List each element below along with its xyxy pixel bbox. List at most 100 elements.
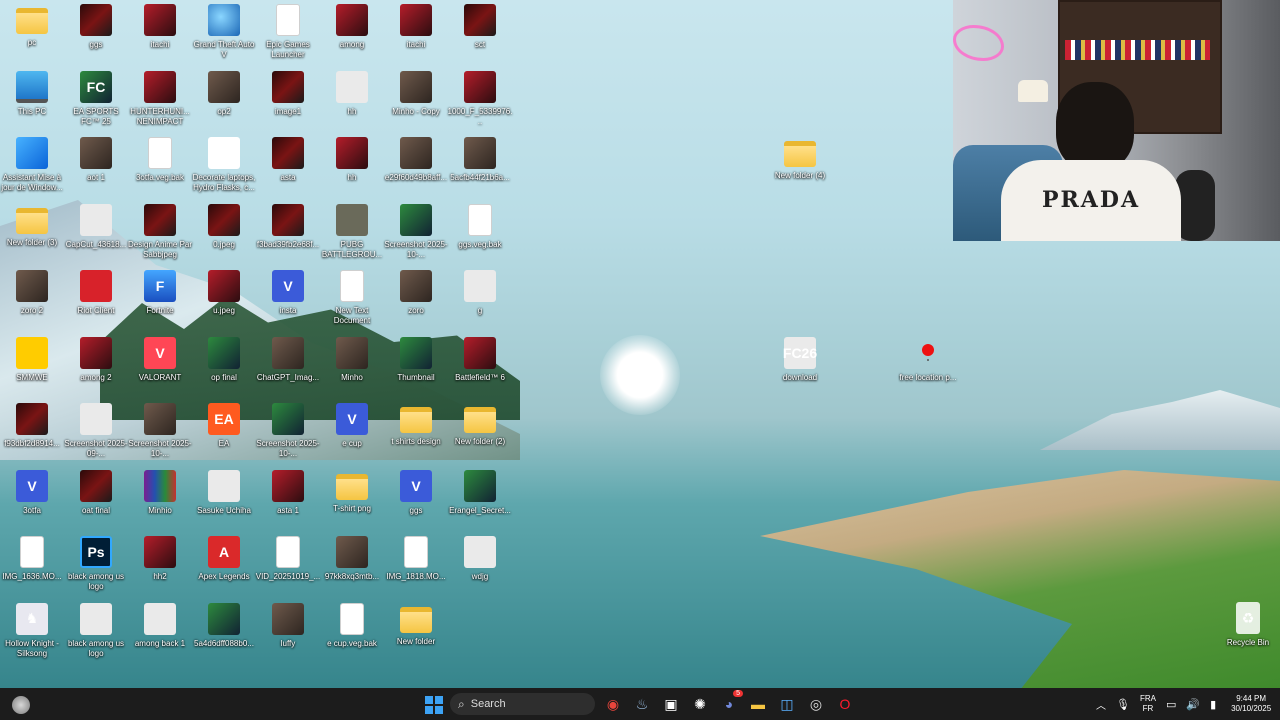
steam-taskbar-button[interactable]: ♨	[630, 692, 654, 716]
desktop-icon[interactable]: Sasuke Uchiha	[192, 466, 256, 530]
desktop-icon[interactable]: f3bad39fb2e68f...	[256, 200, 320, 264]
desktop-icon[interactable]: op final	[192, 333, 256, 397]
desktop-icon[interactable]: Ps black among us logo	[64, 532, 128, 596]
desktop-icon[interactable]: hh2	[128, 532, 192, 596]
desktop-icon[interactable]: oat final	[64, 466, 128, 530]
start-button[interactable]	[425, 696, 443, 714]
desktop-icon[interactable]: 5acfb44f21b6a...	[448, 133, 512, 197]
desktop-icon-new-folder-4[interactable]: New folder (4)	[768, 133, 832, 197]
desktop-icon[interactable]: f93dbf2d8914...	[0, 399, 64, 463]
desktop-icon[interactable]: Minho - Copy	[384, 67, 448, 131]
language-indicator[interactable]: FRA FR	[1140, 694, 1156, 714]
desktop-icon[interactable]: u.jpeg	[192, 266, 256, 330]
show-hidden-icons-chevron-up-icon[interactable]: ︿	[1096, 697, 1106, 712]
desktop-icon[interactable]: This PC	[0, 67, 64, 131]
battery-icon[interactable]: ▮	[1210, 698, 1216, 711]
network-icon[interactable]: ▭	[1166, 698, 1176, 711]
desktop-icon[interactable]: Battlefield™ 6	[448, 333, 512, 397]
desktop-icon[interactable]: asta	[256, 133, 320, 197]
desktop-icon[interactable]: Riot Client	[64, 266, 128, 330]
desktop-icon[interactable]: V VALORANT	[128, 333, 192, 397]
desktop-icon[interactable]: Assistant Mise à jour de Window...	[0, 133, 64, 197]
chatgpt-taskbar-button[interactable]: ✺	[688, 692, 712, 716]
obs-taskbar-button[interactable]: ◎	[804, 692, 828, 716]
desktop-icon[interactable]: t shirts design	[384, 399, 448, 463]
desktop-icon[interactable]: wdjg	[448, 532, 512, 596]
desktop-icon[interactable]: 1000_F_5339976...	[448, 67, 512, 131]
desktop-icon[interactable]: hh	[320, 133, 384, 197]
desktop-icon[interactable]: among back 1	[128, 599, 192, 663]
desktop-icon[interactable]: New folder (3)	[0, 200, 64, 264]
desktop-icon[interactable]: Epic Games Launcher	[256, 0, 320, 64]
desktop-icon[interactable]: Screenshot 2025-10-...	[128, 399, 192, 463]
microphone-icon[interactable]: 🎙	[1116, 698, 1130, 711]
desktop-icon[interactable]: op2	[192, 67, 256, 131]
desktop-icon[interactable]: CapCut_43618...	[64, 200, 128, 264]
desktop-icon[interactable]: pc	[0, 0, 64, 64]
desktop-icon[interactable]: V 3otfa	[0, 466, 64, 530]
desktop-icon[interactable]: ♞ Hollow Knight - Silksong	[0, 599, 64, 663]
desktop-icon[interactable]: g	[448, 266, 512, 330]
volume-icon[interactable]: 🔊	[1186, 698, 1200, 711]
desktop-icon[interactable]: Ve cup	[320, 399, 384, 463]
opera-taskbar-button[interactable]: O	[833, 692, 857, 716]
desktop-icon[interactable]: zoro 2	[0, 266, 64, 330]
desktop-icon[interactable]: ggs.veg.bak	[448, 200, 512, 264]
desktop-icon[interactable]: F Fortnite	[128, 266, 192, 330]
desktop-icon[interactable]: Erangel_Secret...	[448, 466, 512, 530]
desktop-icon[interactable]: A Apex Legends	[192, 532, 256, 596]
desktop-icon[interactable]: image1	[256, 67, 320, 131]
desktop-icon[interactable]: itachi	[384, 0, 448, 64]
desktop-icon[interactable]: EA EA	[192, 399, 256, 463]
desktop-icon[interactable]: aot 1	[64, 133, 128, 197]
desktop-icon[interactable]: Vggs	[384, 466, 448, 530]
desktop-icon[interactable]: zoro	[384, 266, 448, 330]
desktop-icon[interactable]: among	[320, 0, 384, 64]
desktop-icon[interactable]: Screenshot 2025-10-...	[256, 399, 320, 463]
desktop-icon[interactable]: New Text Document	[320, 266, 384, 330]
desktop-icon[interactable]: Screenshot 2025-10-...	[384, 200, 448, 264]
desktop-icon[interactable]: FC EA SPORTS FC™ 25	[64, 67, 128, 131]
desktop-icon[interactable]: sct	[448, 0, 512, 64]
desktop-icon[interactable]: New folder	[384, 599, 448, 663]
discord-taskbar-button[interactable]: ◕ 5	[717, 690, 743, 716]
desktop-icon[interactable]: IMG_1818.MO...	[384, 532, 448, 596]
taskbar-search-box[interactable]: ⌕ Search	[450, 693, 595, 715]
desktop-icon[interactable]: 0.jpeg	[192, 200, 256, 264]
desktop-icon[interactable]: asta 1	[256, 466, 320, 530]
desktop-icon[interactable]: ☠ Decorate laptops, Hydro Flasks, c...	[192, 133, 256, 197]
desktop-icon[interactable]: e29f60d49b8aff...	[384, 133, 448, 197]
capcut-taskbar-button[interactable]: ▣	[659, 692, 683, 716]
desktop-icon[interactable]: Grand Theft Auto V	[192, 0, 256, 64]
desktop-icon[interactable]: 97kk8xq3mtb...	[320, 532, 384, 596]
desktop-icon[interactable]: among 2	[64, 333, 128, 397]
desktop-icon[interactable]: itachi	[128, 0, 192, 64]
desktop-icon[interactable]: Vinsta	[256, 266, 320, 330]
desktop-icon[interactable]: Design Anime Par Sabbjpeg	[128, 200, 192, 264]
desktop-icon[interactable]: Thumbnail	[384, 333, 448, 397]
desktop-icon[interactable]: VID_20251019_...	[256, 532, 320, 596]
desktop-icon[interactable]: ggs	[64, 0, 128, 64]
desktop-icon[interactable]: PUBG BATTLEGROU...	[320, 200, 384, 264]
desktop-icon[interactable]: T-shirt png	[320, 466, 384, 530]
vegas-taskbar-button[interactable]: ◫	[775, 692, 799, 716]
desktop-icon[interactable]: IMG_1636.MO...	[0, 532, 64, 596]
desktop-icon[interactable]: black among us logo	[64, 599, 128, 663]
desktop-icon[interactable]: luffy	[256, 599, 320, 663]
desktop-icon[interactable]: 3otfa.veg.bak	[128, 133, 192, 197]
desktop-icon-recycle-bin[interactable]: ♻ Recycle Bin	[1216, 598, 1280, 662]
file-explorer-taskbar-button[interactable]: ▬	[746, 692, 770, 716]
desktop-icon[interactable]: Minho	[320, 333, 384, 397]
desktop-icon[interactable]: 5a4d6dff088b0...	[192, 599, 256, 663]
desktop-icon[interactable]: SMMWE	[0, 333, 64, 397]
desktop-icon-download[interactable]: FC26 download	[768, 333, 832, 397]
desktop-icon-free-location[interactable]: free location p...	[896, 333, 960, 397]
desktop-icon[interactable]: hh	[320, 67, 384, 131]
desktop-icon[interactable]: ChatGPT_Imag...	[256, 333, 320, 397]
widgets-button[interactable]	[12, 696, 30, 714]
chrome-taskbar-button[interactable]: ◉	[601, 692, 625, 716]
desktop-icon[interactable]: HUNTERHUNI... NENIMPACT	[128, 67, 192, 131]
desktop-icon[interactable]: Minhio	[128, 466, 192, 530]
desktop-icon[interactable]: Screenshot 2025-09-...	[64, 399, 128, 463]
desktop-icon[interactable]: e cup.veg.bak	[320, 599, 384, 663]
